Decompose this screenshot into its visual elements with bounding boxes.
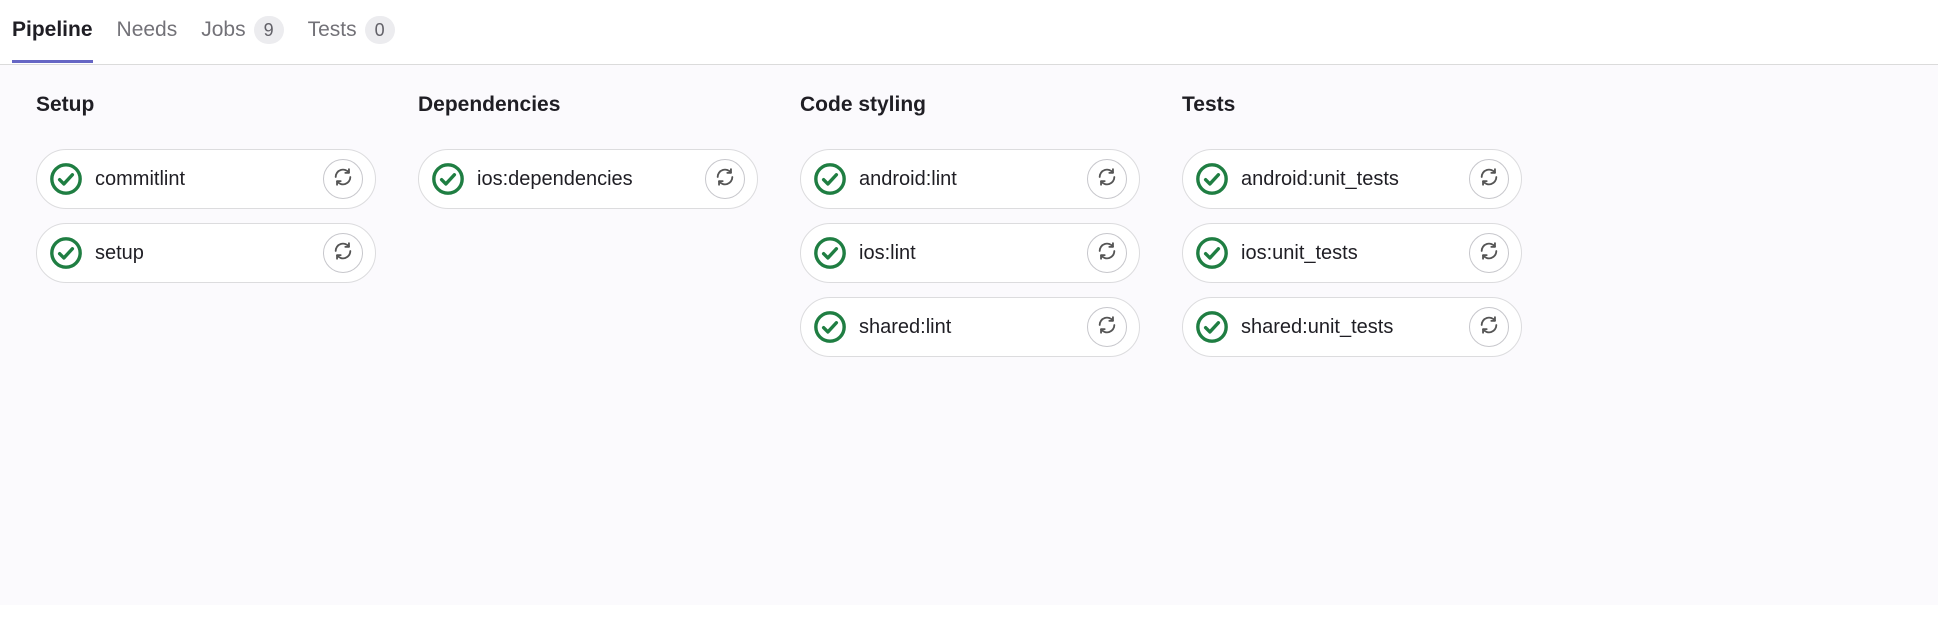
job-item[interactable]: android:lint (800, 149, 1140, 209)
stage-column: Setup commitlint (36, 93, 376, 357)
job-item[interactable]: shared:lint (800, 297, 1140, 357)
tab-label: Pipeline (12, 18, 93, 42)
retry-button[interactable] (323, 159, 363, 199)
stage-title: Dependencies (418, 93, 758, 117)
status-passed-icon (1195, 162, 1229, 196)
job-item[interactable]: ios:unit_tests (1182, 223, 1522, 283)
job-item[interactable]: shared:unit_tests (1182, 297, 1522, 357)
tab-tests[interactable]: Tests 0 (308, 16, 395, 65)
stages-row: Setup commitlint (36, 93, 1902, 357)
job-name: shared:unit_tests (1241, 316, 1457, 339)
status-passed-icon (813, 162, 847, 196)
tab-pipeline[interactable]: Pipeline (12, 18, 93, 63)
stage-title: Setup (36, 93, 376, 117)
job-name: commitlint (95, 168, 311, 191)
stage-column: Tests android:unit_tests (1182, 93, 1522, 357)
retry-button[interactable] (1469, 307, 1509, 347)
retry-icon (332, 240, 354, 267)
status-passed-icon (49, 162, 83, 196)
job-name: android:lint (859, 168, 1075, 191)
job-item[interactable]: ios:lint (800, 223, 1140, 283)
status-passed-icon (1195, 236, 1229, 270)
retry-icon (1478, 240, 1500, 267)
retry-button[interactable] (1469, 233, 1509, 273)
status-passed-icon (49, 236, 83, 270)
retry-icon (714, 166, 736, 193)
retry-icon (1096, 166, 1118, 193)
job-name: setup (95, 242, 311, 265)
retry-button[interactable] (323, 233, 363, 273)
stage-title: Code styling (800, 93, 1140, 117)
status-passed-icon (431, 162, 465, 196)
stage-column: Code styling android:lint (800, 93, 1140, 357)
job-list: android:lint ios:lint (800, 149, 1140, 357)
tab-badge: 0 (365, 16, 395, 44)
retry-icon (1096, 314, 1118, 341)
stage-title: Tests (1182, 93, 1522, 117)
job-name: shared:lint (859, 316, 1075, 339)
retry-button[interactable] (1087, 233, 1127, 273)
retry-button[interactable] (1469, 159, 1509, 199)
job-name: ios:unit_tests (1241, 242, 1457, 265)
tabs-bar: Pipeline Needs Jobs 9 Tests 0 (0, 0, 1938, 65)
job-list: ios:dependencies (418, 149, 758, 209)
job-name: ios:dependencies (477, 168, 693, 191)
pipeline-graph: Setup commitlint (0, 65, 1938, 605)
job-item[interactable]: ios:dependencies (418, 149, 758, 209)
tab-badge: 9 (254, 16, 284, 44)
job-name: ios:lint (859, 242, 1075, 265)
job-list: android:unit_tests ios:unit_tests (1182, 149, 1522, 357)
retry-icon (1096, 240, 1118, 267)
retry-icon (1478, 166, 1500, 193)
retry-button[interactable] (1087, 159, 1127, 199)
job-list: commitlint setup (36, 149, 376, 283)
tab-label: Tests (308, 18, 357, 42)
job-item[interactable]: commitlint (36, 149, 376, 209)
job-item[interactable]: android:unit_tests (1182, 149, 1522, 209)
status-passed-icon (813, 236, 847, 270)
tab-needs[interactable]: Needs (117, 18, 178, 63)
job-name: android:unit_tests (1241, 168, 1457, 191)
tab-label: Jobs (201, 18, 245, 42)
tab-label: Needs (117, 18, 178, 42)
retry-icon (1478, 314, 1500, 341)
stage-column: Dependencies ios:dependencies (418, 93, 758, 357)
status-passed-icon (1195, 310, 1229, 344)
tab-jobs[interactable]: Jobs 9 (201, 16, 283, 65)
job-item[interactable]: setup (36, 223, 376, 283)
status-passed-icon (813, 310, 847, 344)
retry-button[interactable] (705, 159, 745, 199)
retry-icon (332, 166, 354, 193)
retry-button[interactable] (1087, 307, 1127, 347)
